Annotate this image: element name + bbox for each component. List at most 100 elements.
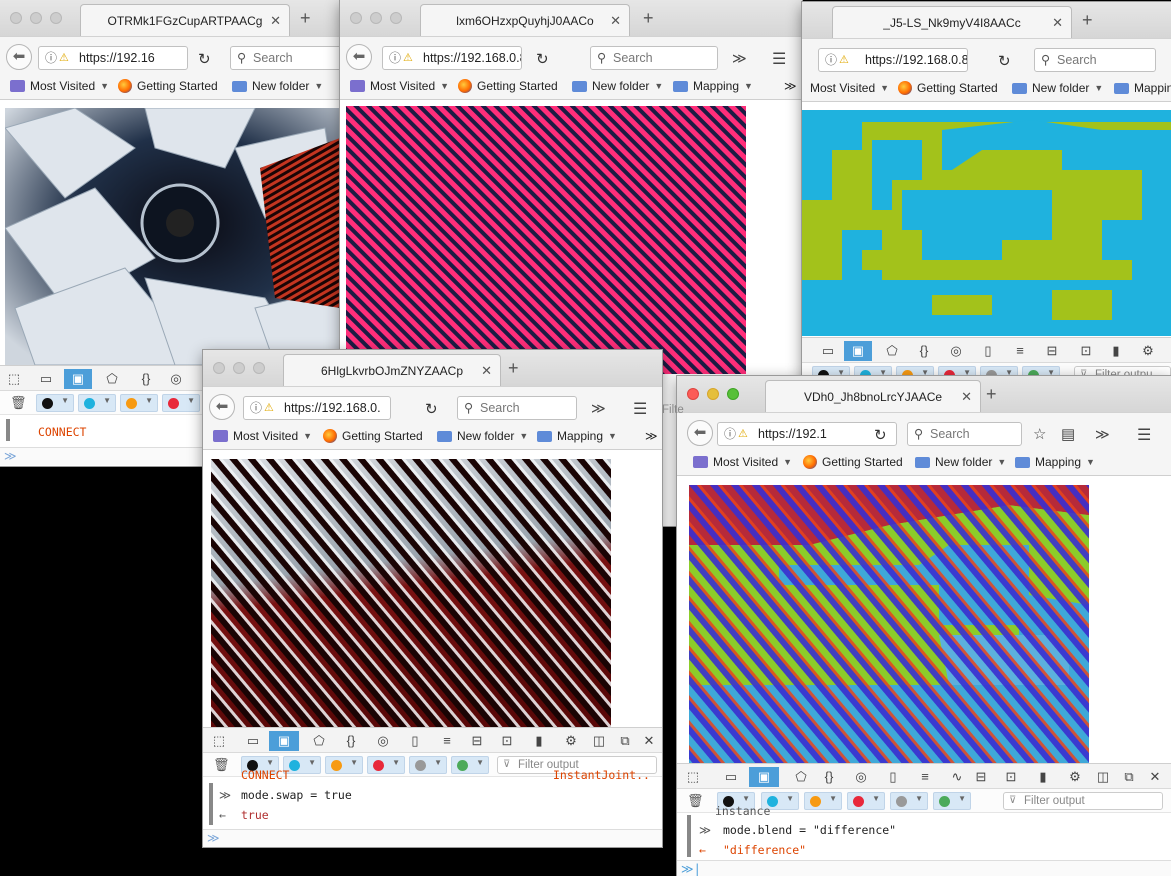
difference-blend-canvas[interactable] — [689, 485, 1089, 763]
console-tab-icon[interactable]: ▣ — [269, 731, 299, 751]
tab-active[interactable]: lxm6OHzxpQuyhjJ0AACo ✕ — [420, 4, 630, 36]
close-window-button[interactable] — [213, 362, 225, 374]
search-input[interactable]: ⚲ Search — [1034, 48, 1156, 72]
responsive-mode-icon[interactable]: ▭ — [719, 767, 743, 787]
back-button[interactable]: ⬅ — [209, 394, 235, 420]
url-bar[interactable]: ⓘ ⚠ https://192.168.0. — [243, 396, 391, 420]
console-input[interactable]: ≫ — [203, 829, 662, 847]
tab-active[interactable]: _J5-LS_Nk9myV4I8AACc ✕ — [832, 6, 1072, 38]
new-tab-button[interactable]: + — [643, 9, 654, 27]
settings-gear-icon[interactable]: ⚙ — [559, 731, 583, 751]
debugger-tab-icon[interactable]: {} — [134, 369, 158, 389]
minimize-window-button[interactable] — [370, 12, 382, 24]
bookmark-most-visited[interactable]: Most Visited ▼ — [10, 79, 109, 93]
bookmarks-overflow-icon[interactable]: ≫ — [645, 429, 658, 443]
performance-tab-icon[interactable]: ◎ — [371, 731, 395, 751]
responsive-mode-icon[interactable]: ▭ — [241, 731, 265, 751]
close-window-button[interactable] — [10, 12, 22, 24]
close-tab-icon[interactable]: ✕ — [961, 389, 972, 405]
new-tab-button[interactable]: + — [1082, 11, 1093, 29]
dock-side-icon[interactable]: ◫ — [587, 731, 611, 751]
split-console-icon[interactable]: ⊟ — [969, 767, 993, 787]
undock-icon[interactable]: ⧉ — [613, 731, 637, 751]
bookmark-mapping[interactable]: Mapping ▼ — [537, 429, 617, 443]
info-icon[interactable]: ⓘ — [389, 47, 401, 69]
close-tab-icon[interactable]: ✕ — [481, 363, 492, 379]
reload-icon[interactable]: ↻ — [998, 52, 1011, 70]
responsive-mode-icon[interactable]: ▭ — [34, 369, 58, 389]
scratchpad-icon[interactable]: ⊡ — [1074, 341, 1098, 361]
waveform-icon[interactable]: ∿ — [945, 767, 969, 787]
console-tab-icon[interactable]: ▣ — [64, 369, 92, 389]
bookmarks-overflow-icon[interactable]: ≫ — [784, 79, 797, 93]
inspector-tab-icon[interactable]: ⬠ — [100, 369, 124, 389]
zoom-window-button[interactable] — [50, 12, 62, 24]
console-input[interactable]: ≫| — [677, 860, 1171, 876]
storage-icon[interactable]: ▮ — [1104, 341, 1128, 361]
bookmark-getting-started[interactable]: Getting Started — [898, 81, 998, 95]
tab-active[interactable]: OTRMk1FGzCupARTPAACg ✕ — [80, 4, 290, 36]
debugger-tab-icon[interactable]: {} — [339, 731, 363, 751]
bookmark-getting-started[interactable]: Getting Started — [323, 429, 423, 443]
bookmark-mapping[interactable]: Mapping ▼ — [1015, 455, 1095, 469]
bookmark-mapping[interactable]: Mappin — [1114, 81, 1171, 95]
network-tab-icon[interactable]: ≡ — [1008, 341, 1032, 361]
close-tab-icon[interactable]: ✕ — [1052, 15, 1063, 31]
close-devtools-icon[interactable]: ✕ — [637, 731, 661, 751]
split-console-icon[interactable]: ⊟ — [465, 731, 489, 751]
debugger-tab-icon[interactable]: {} — [817, 767, 841, 787]
reload-icon[interactable]: ↻ — [198, 50, 211, 68]
scratchpad-icon[interactable]: ⊡ — [495, 731, 519, 751]
console-tab-icon[interactable]: ▣ — [749, 767, 779, 787]
storage-icon[interactable]: ▮ — [527, 731, 551, 751]
threshold-canvas[interactable] — [802, 110, 1171, 336]
bookmark-new-folder[interactable]: New folder ▼ — [232, 79, 323, 93]
hamburger-menu-icon[interactable]: ☰ — [772, 49, 786, 69]
search-input[interactable]: ⚲ Search — [907, 422, 1022, 446]
memory-tab-icon[interactable]: ▯ — [976, 341, 1000, 361]
performance-tab-icon[interactable]: ◎ — [944, 341, 968, 361]
overflow-chevron-icon[interactable]: ≫ — [1095, 426, 1110, 443]
bookmark-new-folder[interactable]: New folder ▼ — [915, 455, 1006, 469]
performance-tab-icon[interactable]: ◎ — [849, 767, 873, 787]
back-button[interactable]: ⬅ — [6, 44, 32, 70]
info-icon[interactable]: ⓘ — [825, 49, 837, 71]
filter-js-toggle[interactable]: ▼ — [120, 394, 158, 412]
url-bar[interactable]: ⓘ ⚠ https://192.1 — [717, 422, 897, 446]
bookmark-star-icon[interactable]: ☆ — [1033, 425, 1046, 443]
filter-security-toggle[interactable]: ▼ — [162, 394, 200, 412]
search-input[interactable]: ⚲ Search — [230, 46, 340, 70]
bookmark-getting-started[interactable]: Getting Started — [458, 79, 558, 93]
webcam-feedback-canvas[interactable] — [5, 108, 340, 365]
zoom-window-button[interactable] — [727, 388, 739, 400]
bookmark-most-visited[interactable]: Most Visited ▼ — [810, 81, 889, 95]
swap-mode-canvas[interactable] — [211, 459, 611, 727]
zoom-window-button[interactable] — [390, 12, 402, 24]
inspector-tab-icon[interactable]: ⬠ — [789, 767, 813, 787]
close-devtools-icon[interactable]: ✕ — [1143, 767, 1167, 787]
network-tab-icon[interactable]: ≡ — [435, 731, 459, 751]
back-button[interactable]: ⬅ — [687, 420, 713, 446]
bookmark-most-visited[interactable]: Most Visited ▼ — [350, 79, 449, 93]
search-input[interactable]: ⚲ Search — [457, 396, 577, 420]
bookmark-getting-started[interactable]: Getting Started — [118, 79, 218, 93]
hamburger-menu-icon[interactable]: ☰ — [633, 399, 647, 419]
memory-tab-icon[interactable]: ▯ — [881, 767, 905, 787]
zoom-window-button[interactable] — [253, 362, 265, 374]
element-picker-icon[interactable]: ⬚ — [207, 731, 231, 751]
url-bar[interactable]: ⓘ ⚠ https://192.168.0.8 — [818, 48, 968, 72]
stripe-pattern-canvas[interactable] — [346, 106, 746, 374]
reload-icon[interactable]: ↻ — [425, 400, 438, 418]
dock-side-icon[interactable]: ◫ — [1091, 767, 1115, 787]
reload-icon[interactable]: ↻ — [536, 50, 549, 68]
info-icon[interactable]: ⓘ — [45, 47, 57, 69]
back-button[interactable]: ⬅ — [346, 44, 372, 70]
network-tab-icon[interactable]: ≡ — [913, 767, 937, 787]
bookmark-getting-started[interactable]: Getting Started — [803, 455, 903, 469]
memory-tab-icon[interactable]: ▯ — [403, 731, 427, 751]
bookmark-most-visited[interactable]: Most Visited ▼ — [213, 429, 312, 443]
undock-icon[interactable]: ⧉ — [1117, 767, 1141, 787]
bookmark-new-folder[interactable]: New folder ▼ — [437, 429, 528, 443]
bookmark-most-visited[interactable]: Most Visited ▼ — [693, 455, 792, 469]
close-tab-icon[interactable]: ✕ — [270, 13, 281, 29]
